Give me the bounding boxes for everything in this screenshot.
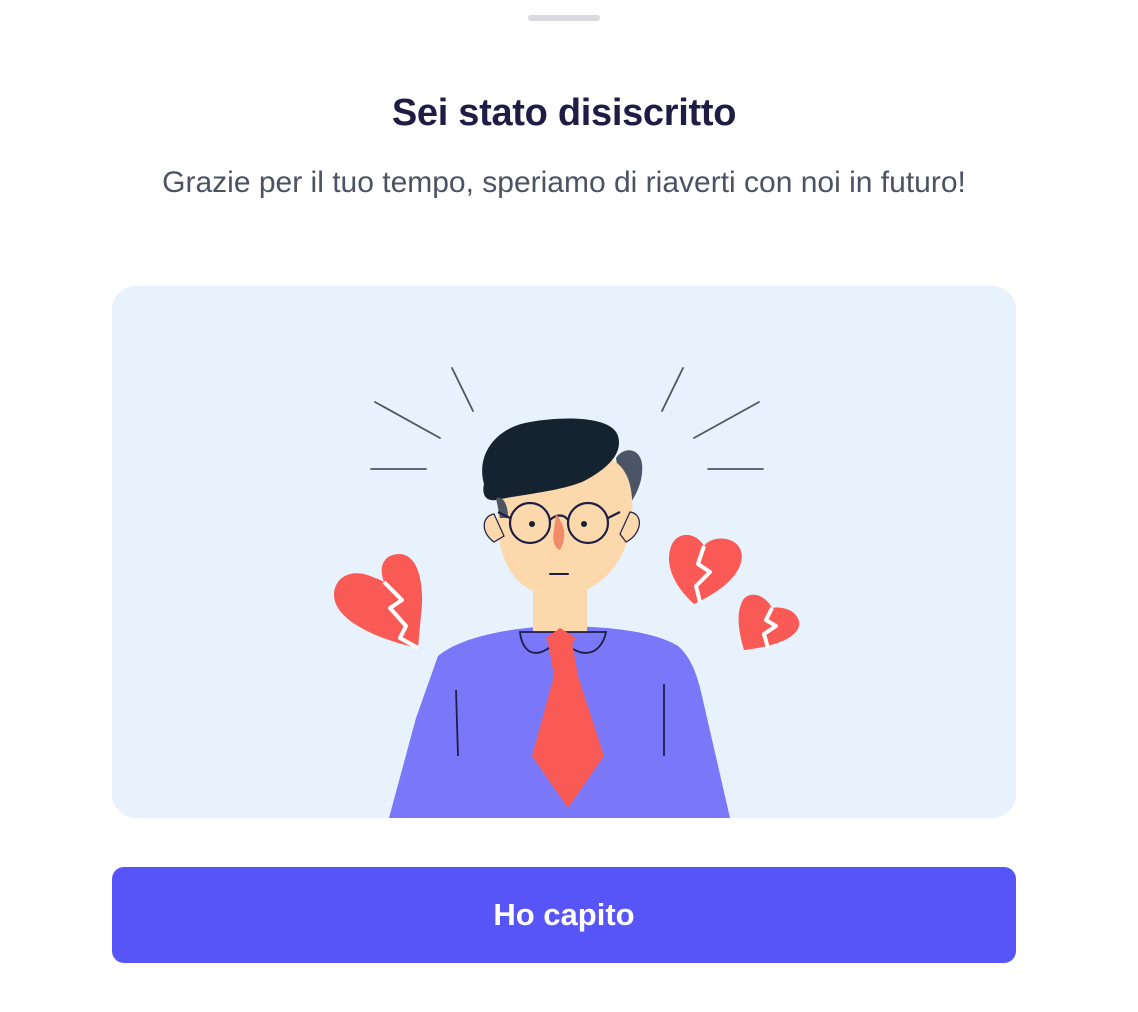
illustration-panel [112,286,1016,818]
sad-man-broken-hearts-icon [333,367,800,818]
broken-heart-right-small [738,594,800,650]
page-title: Sei stato disiscritto [391,92,737,134]
character [389,418,730,818]
broken-heart-right-top [668,534,742,604]
subtitle-text: Grazie per il tuo tempo, speriamo di ria… [162,166,966,199]
confirm-button[interactable]: Ho capito [112,867,1016,963]
broken-heart-left [333,554,423,650]
drag-handle[interactable] [528,15,600,21]
unsubscribe-confirmation-sheet: Sei stato disiscritto Grazie per il tuo … [0,0,1138,1012]
